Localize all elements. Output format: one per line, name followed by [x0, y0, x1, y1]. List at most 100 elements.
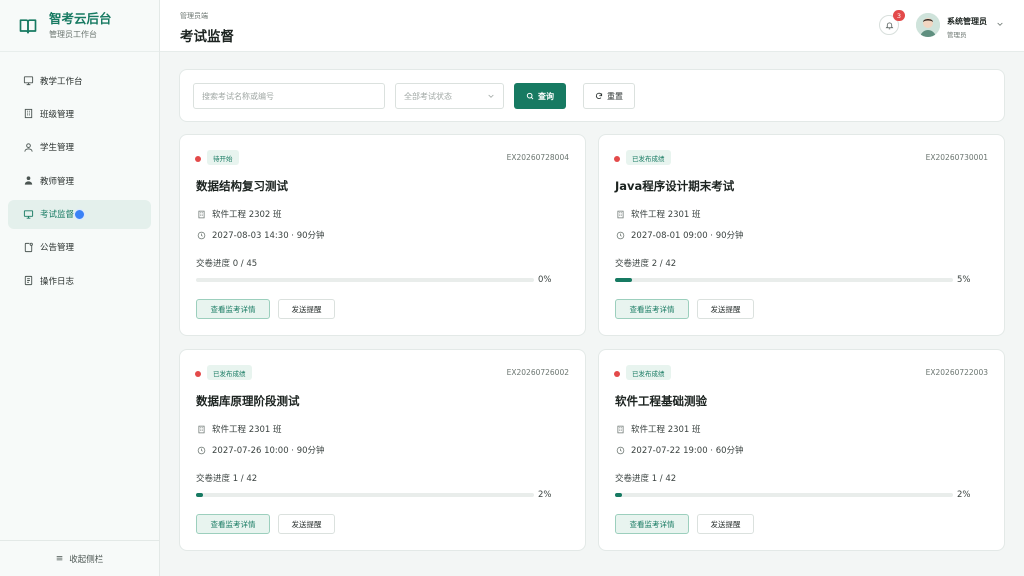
status-badge: 已发布成绩: [626, 150, 671, 165]
sidebar-nav: 教学工作台 班级管理 学生管理 教师管理 考试监督 公告管理 操作日志: [0, 66, 159, 295]
progress-fill: [615, 278, 632, 282]
brand-title: 智考云后台: [49, 11, 112, 26]
exam-title: Java程序设计期末考试: [615, 179, 735, 193]
building-icon: [196, 424, 206, 434]
progress-percent: 2%: [957, 490, 971, 500]
sidebar-item-students[interactable]: 学生管理: [8, 133, 151, 162]
sidebar-item-dashboard[interactable]: 教学工作台: [8, 66, 151, 95]
sidebar-item-teachers[interactable]: 教师管理: [8, 166, 151, 195]
exam-class: 软件工程 2302 班: [212, 210, 282, 220]
progress-track: [615, 278, 953, 282]
view-detail-label: 查看监考详情: [210, 304, 256, 314]
status-dot: [614, 156, 620, 162]
send-reminder-label: 发送提醒: [710, 519, 741, 529]
exam-code: EX20260726002: [506, 368, 569, 377]
exam-class-row: 软件工程 2301 班: [615, 208, 701, 220]
sidebar-item-logs[interactable]: 操作日志: [8, 266, 151, 295]
status-dot: [195, 371, 201, 377]
view-detail-button[interactable]: 查看监考详情: [196, 299, 270, 319]
view-detail-label: 查看监考详情: [210, 519, 256, 529]
clock-icon: [196, 230, 206, 240]
chevron-down-icon: [488, 94, 494, 98]
exam-time: 2027-08-03 14:30 · 90分钟: [212, 231, 325, 241]
avatar-image: [916, 13, 940, 37]
exam-card: 已发布成绩 EX20260730001 Java程序设计期末考试 软件工程 23…: [598, 134, 1005, 336]
send-reminder-button[interactable]: 发送提醒: [278, 299, 335, 319]
send-reminder-button[interactable]: 发送提醒: [697, 299, 754, 319]
breadcrumb: 管理员端: [180, 12, 208, 20]
clock-icon: [615, 230, 625, 240]
send-reminder-label: 发送提醒: [291, 304, 322, 314]
status-dot: [195, 156, 201, 162]
exam-code: EX20260722003: [925, 368, 988, 377]
avatar[interactable]: [916, 13, 940, 37]
search-icon: [526, 92, 534, 100]
dashboard-icon: [22, 75, 34, 87]
progress-track: [196, 278, 534, 282]
collapse-label: 收起侧栏: [69, 554, 104, 565]
progress-fill: [615, 493, 622, 497]
view-detail-label: 查看监考详情: [629, 304, 675, 314]
sidebar-item-classes[interactable]: 班级管理: [8, 99, 151, 128]
status-badge: 待开始: [207, 150, 239, 165]
status-select[interactable]: 全部考试状态: [395, 83, 504, 109]
send-reminder-label: 发送提醒: [291, 519, 322, 529]
reset-button[interactable]: 重置: [583, 83, 635, 109]
user-role: 管理员: [947, 31, 967, 39]
view-detail-label: 查看监考详情: [629, 519, 675, 529]
status-badge: 已发布成绩: [207, 365, 252, 380]
clock-icon: [615, 445, 625, 455]
send-reminder-button[interactable]: 发送提醒: [697, 514, 754, 534]
send-reminder-button[interactable]: 发送提醒: [278, 514, 335, 534]
book-icon: [19, 18, 37, 34]
view-detail-button[interactable]: 查看监考详情: [196, 514, 270, 534]
sidebar-item-label: 教师管理: [40, 176, 75, 187]
progress-label: 交卷进度 2 / 42: [615, 259, 677, 269]
exam-title: 软件工程基础测验: [615, 394, 707, 408]
sidebar-item-notices[interactable]: 公告管理: [8, 233, 151, 262]
collapse-sidebar-button[interactable]: ≡ 收起侧栏: [0, 540, 159, 576]
sidebar-item-exam-monitor[interactable]: 考试监督: [8, 199, 151, 229]
exam-title: 数据库原理阶段测试: [196, 394, 300, 408]
search-input[interactable]: [193, 83, 385, 109]
exam-class: 软件工程 2301 班: [631, 425, 701, 435]
sidebar-item-label: 公告管理: [40, 243, 75, 254]
building-icon: [22, 108, 34, 120]
notice-icon: [22, 241, 34, 253]
view-detail-button[interactable]: 查看监考详情: [615, 299, 689, 319]
exam-time-row: 2027-07-22 19:00 · 60分钟: [615, 444, 744, 456]
bell-icon: [885, 22, 893, 29]
progress-track: [615, 493, 953, 497]
exam-time: 2027-08-01 09:00 · 90分钟: [631, 231, 744, 241]
status-badge: 已发布成绩: [626, 365, 671, 380]
progress-track: [196, 493, 534, 497]
chevron-down-icon[interactable]: [996, 20, 1004, 28]
exam-class: 软件工程 2301 班: [631, 210, 701, 220]
building-icon: [615, 424, 625, 434]
progress-label: 交卷进度 1 / 42: [615, 474, 677, 484]
sidebar-item-label: 操作日志: [40, 276, 75, 287]
exam-time: 2027-07-26 10:00 · 90分钟: [212, 446, 325, 456]
query-button-label: 查询: [538, 91, 554, 101]
user-icon: [22, 141, 34, 153]
sidebar-item-label: 教学工作台: [40, 76, 83, 87]
status-dot: [614, 371, 620, 377]
active-indicator-dot: [74, 208, 85, 220]
exam-class: 软件工程 2301 班: [212, 425, 282, 435]
query-button[interactable]: 查询: [514, 83, 566, 109]
user-name: 系统管理员: [947, 17, 987, 26]
filter-bar: 全部考试状态 查询 重置: [179, 69, 1005, 122]
brand-subtitle: 管理员工作台: [49, 30, 97, 39]
view-detail-button[interactable]: 查看监考详情: [615, 514, 689, 534]
refresh-icon: [595, 92, 603, 99]
progress-label: 交卷进度 1 / 42: [196, 474, 258, 484]
exam-time-row: 2027-07-26 10:00 · 90分钟: [196, 444, 325, 456]
exam-class-row: 软件工程 2301 班: [196, 423, 282, 435]
exam-title: 数据结构复习测试: [196, 179, 288, 193]
progress-percent: 2%: [538, 490, 552, 500]
exam-class-row: 软件工程 2302 班: [196, 208, 282, 220]
progress-percent: 5%: [957, 275, 971, 285]
exam-class-row: 软件工程 2301 班: [615, 423, 701, 435]
sidebar-item-label: 班级管理: [40, 109, 75, 120]
exam-card: 已发布成绩 EX20260726002 数据库原理阶段测试 软件工程 2301 …: [179, 349, 586, 551]
